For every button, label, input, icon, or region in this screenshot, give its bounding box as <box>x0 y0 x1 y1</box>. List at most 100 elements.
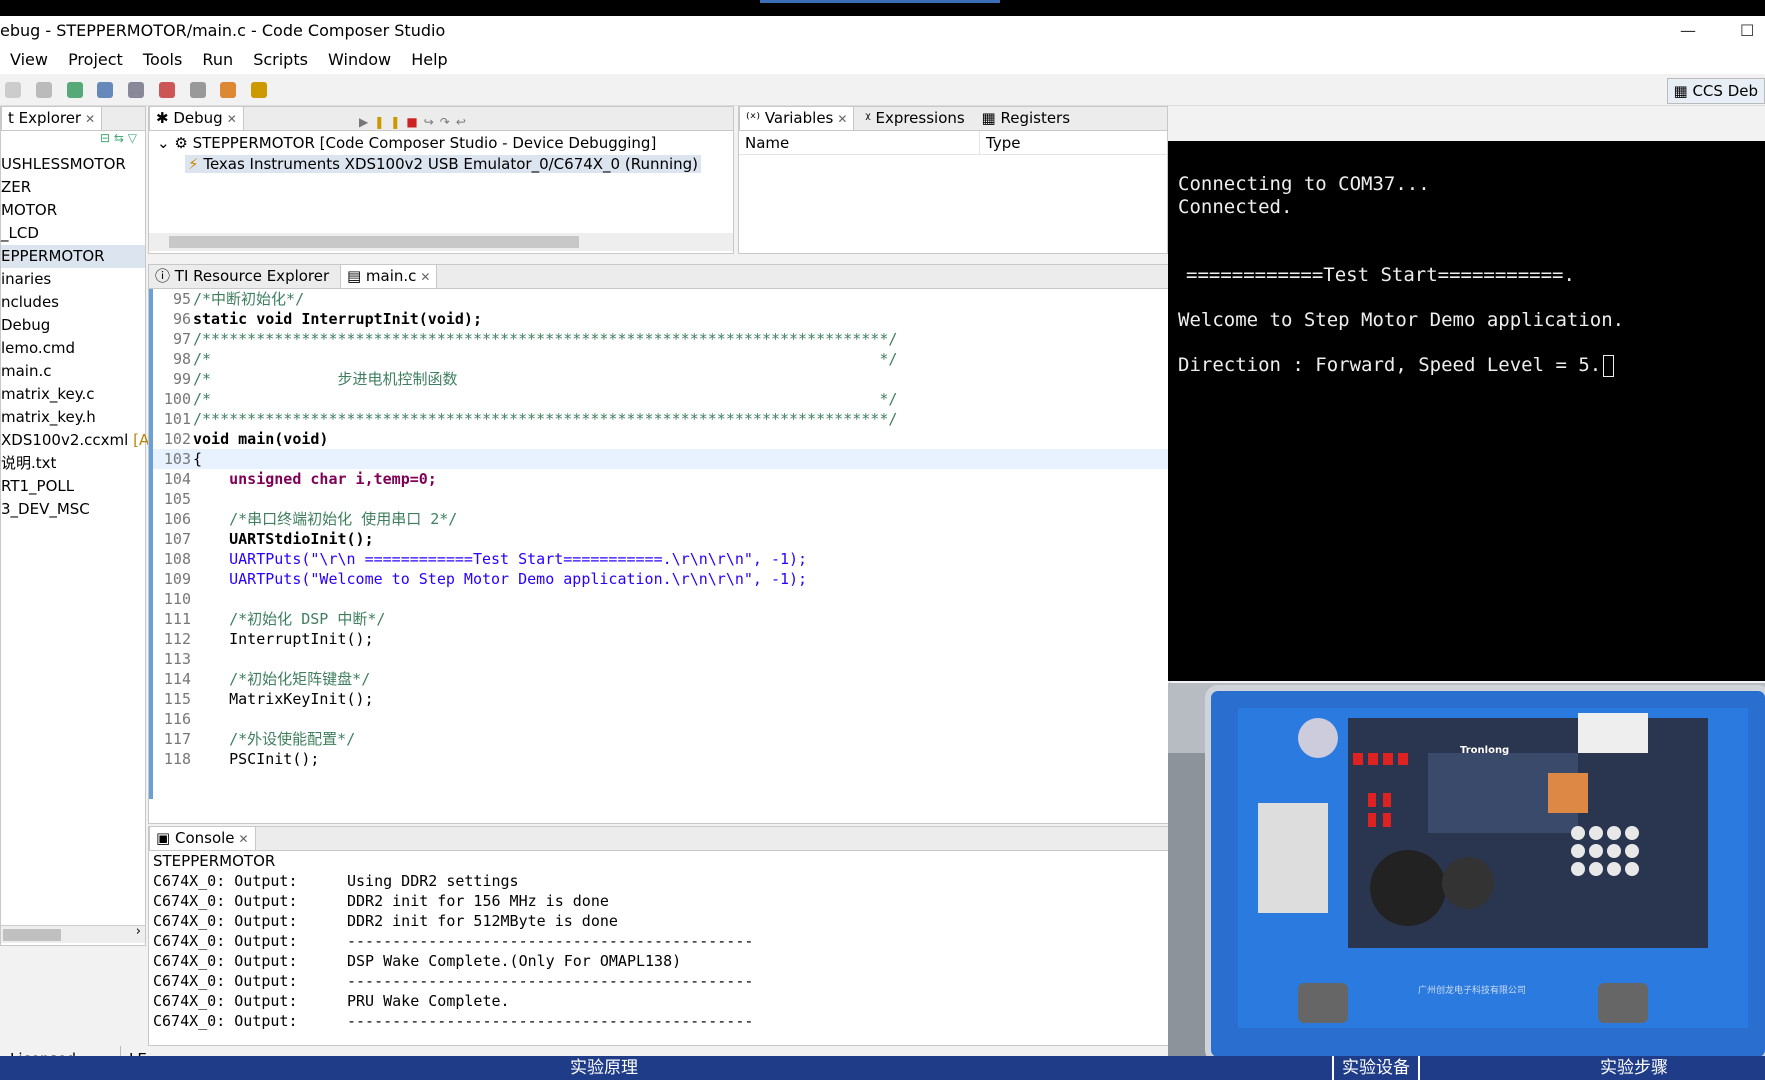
tree-item[interactable]: main.c <box>1 360 145 383</box>
column-type[interactable]: Type <box>979 131 1020 155</box>
tree-item[interactable]: 说明.txt <box>1 452 145 475</box>
tree-item[interactable]: ZER <box>1 176 145 199</box>
debug-hscrollbar[interactable] <box>149 233 733 251</box>
step-into-icon[interactable]: ↪ <box>424 115 440 129</box>
reset-icon[interactable] <box>189 82 206 98</box>
link-editor-icon[interactable]: ⇆ <box>114 131 124 145</box>
collapse-all-icon[interactable]: ⊟ <box>100 131 110 145</box>
tree-item[interactable]: lemo.cmd <box>1 337 145 360</box>
perspective-label: CCS Deb <box>1692 82 1758 100</box>
tab-main-c[interactable]: ▤ main.c ✕ <box>339 265 438 288</box>
debug-session[interactable]: ⌄ ⚙ STEPPERMOTOR [Code Composer Studio -… <box>157 134 733 155</box>
load-icon[interactable] <box>128 82 145 98</box>
console-output[interactable]: C674X_0: Output: Using DDR2 settings C674X… <box>149 871 1169 1031</box>
code-line[interactable]: 111 /*初始化 DSP 中断*/ <box>153 609 1169 629</box>
code-line[interactable]: 98/* */ <box>153 349 1169 369</box>
close-icon[interactable]: ✕ <box>420 270 430 284</box>
tab-debug[interactable]: ✱ Debug ✕ <box>149 107 244 130</box>
code-line[interactable]: 107 UARTStdioInit(); <box>153 529 1169 549</box>
tree-item[interactable]: 3_DEV_MSC <box>1 498 145 521</box>
terminal-line: Direction : Forward, Speed Level = 5. <box>1178 354 1615 377</box>
code-line[interactable]: 95/*中断初始化*/ <box>153 289 1169 309</box>
caption-mid: 实验设备 <box>1332 1056 1420 1080</box>
tree-item[interactable]: inaries <box>1 268 145 291</box>
tab-variables[interactable]: ⁽ˣ⁾ Variables ✕ <box>739 107 855 130</box>
code-line[interactable]: 110 <box>153 589 1169 609</box>
terminate-icon[interactable]: ■ <box>406 115 423 129</box>
breakpoint-icon[interactable] <box>158 82 175 98</box>
maximize-icon[interactable]: ☐ <box>1740 16 1754 46</box>
tree-item[interactable]: matrix_key.h <box>1 406 145 429</box>
code-line[interactable]: 106 /*串口终端初始化 使用串口 2*/ <box>153 509 1169 529</box>
close-icon[interactable]: ✕ <box>239 832 249 846</box>
column-name[interactable]: Name <box>745 131 789 155</box>
tree-item[interactable]: USHLESSMOTOR <box>1 153 145 176</box>
tab-ti-resource-explorer[interactable]: ⓘ TI Resource Explorer <box>149 265 335 288</box>
menu-scripts[interactable]: Scripts <box>253 50 308 69</box>
code-line[interactable]: 116 <box>153 709 1169 729</box>
save-all-icon[interactable] <box>35 82 52 98</box>
view-menu-icon[interactable]: ▽ <box>128 131 137 145</box>
tree-item[interactable]: MOTOR <box>1 199 145 222</box>
minimize-icon[interactable]: — <box>1680 16 1696 46</box>
code-text: /*初始化矩阵键盘*/ <box>193 670 371 688</box>
flash-icon[interactable] <box>220 82 237 98</box>
code-line[interactable]: 105 <box>153 489 1169 509</box>
menu-view[interactable]: View <box>10 50 48 69</box>
tab-expressions[interactable]: ᵡ Expressions <box>859 107 971 130</box>
tab-console[interactable]: ▣ Console ✕ <box>149 827 256 850</box>
debug-target[interactable]: ⚡ Texas Instruments XDS100v2 USB Emulato… <box>157 155 733 176</box>
code-line[interactable]: 108 UARTPuts("\r\n ============Test Star… <box>153 549 1169 569</box>
code-line[interactable]: 103{ <box>153 449 1169 469</box>
menu-project[interactable]: Project <box>68 50 123 69</box>
step-over-icon[interactable]: ↷ <box>440 115 456 129</box>
target-row[interactable]: ⚡ Texas Instruments XDS100v2 USB Emulato… <box>185 155 702 173</box>
step-return-icon[interactable]: ↩ <box>456 115 472 129</box>
close-icon[interactable]: ✕ <box>85 112 95 126</box>
tree-item[interactable]: RT1_POLL <box>1 475 145 498</box>
perspective-switch[interactable]: ▦ CCS Deb <box>1666 78 1765 104</box>
code-line[interactable]: 101/************************************… <box>153 409 1169 429</box>
code-line[interactable]: 118 PSCInit(); <box>153 749 1169 769</box>
resume-icon[interactable]: ▶ <box>359 115 374 129</box>
tree-item[interactable]: Debug <box>1 314 145 337</box>
close-icon[interactable]: ✕ <box>227 112 237 126</box>
code-line[interactable]: 109 UARTPuts("Welcome to Step Motor Demo… <box>153 569 1169 589</box>
tree-item[interactable]: EPPERMOTOR <box>1 245 145 268</box>
code-line[interactable]: 102 void main(void) <box>153 429 1169 449</box>
scroll-thumb[interactable] <box>3 929 61 941</box>
tools-icon[interactable] <box>251 82 268 98</box>
save-icon[interactable] <box>5 82 21 98</box>
tab-project-explorer[interactable]: t Explorer ✕ <box>1 107 103 130</box>
build-icon[interactable] <box>66 82 83 98</box>
code-line[interactable]: 97/*************************************… <box>153 329 1169 349</box>
code-line[interactable]: 115 MatrixKeyInit(); <box>153 689 1169 709</box>
code-text: unsigned char i,temp=0; <box>193 470 437 488</box>
line-number: 107 <box>163 530 191 548</box>
code-line[interactable]: 100/* */ <box>153 389 1169 409</box>
code-area[interactable]: 95/*中断初始化*/96 static void InterruptInit(v… <box>149 289 1169 799</box>
explorer-hscrollbar[interactable]: › <box>1 924 145 943</box>
chevron-down-icon[interactable]: ⌄ <box>157 134 170 152</box>
menu-tools[interactable]: Tools <box>143 50 182 69</box>
menu-help[interactable]: Help <box>411 50 447 69</box>
code-line[interactable]: 112 InterruptInit(); <box>153 629 1169 649</box>
menu-run[interactable]: Run <box>202 50 233 69</box>
scroll-right-icon[interactable]: › <box>136 924 141 939</box>
code-line[interactable]: 99/* 步进电机控制函数 <box>153 369 1169 389</box>
debug-icon[interactable] <box>97 82 114 98</box>
code-line[interactable]: 104 unsigned char i,temp=0; <box>153 469 1169 489</box>
code-line[interactable]: 96 static void InterruptInit(void); <box>153 309 1169 329</box>
tab-registers[interactable]: ▦ Registers <box>976 107 1077 130</box>
menu-window[interactable]: Window <box>328 50 391 69</box>
code-line[interactable]: 114 /*初始化矩阵键盘*/ <box>153 669 1169 689</box>
code-line[interactable]: 113 <box>153 649 1169 669</box>
suspend-icon[interactable]: ❚❚ <box>374 115 406 129</box>
scroll-thumb[interactable] <box>169 236 579 248</box>
close-icon[interactable]: ✕ <box>837 112 847 126</box>
tree-item[interactable]: ncludes <box>1 291 145 314</box>
tree-item[interactable]: XDS100v2.ccxml [Ac <box>1 429 157 452</box>
tree-item[interactable]: _LCD <box>1 222 145 245</box>
code-line[interactable]: 117 /*外设使能配置*/ <box>153 729 1169 749</box>
tree-item[interactable]: matrix_key.c <box>1 383 145 406</box>
